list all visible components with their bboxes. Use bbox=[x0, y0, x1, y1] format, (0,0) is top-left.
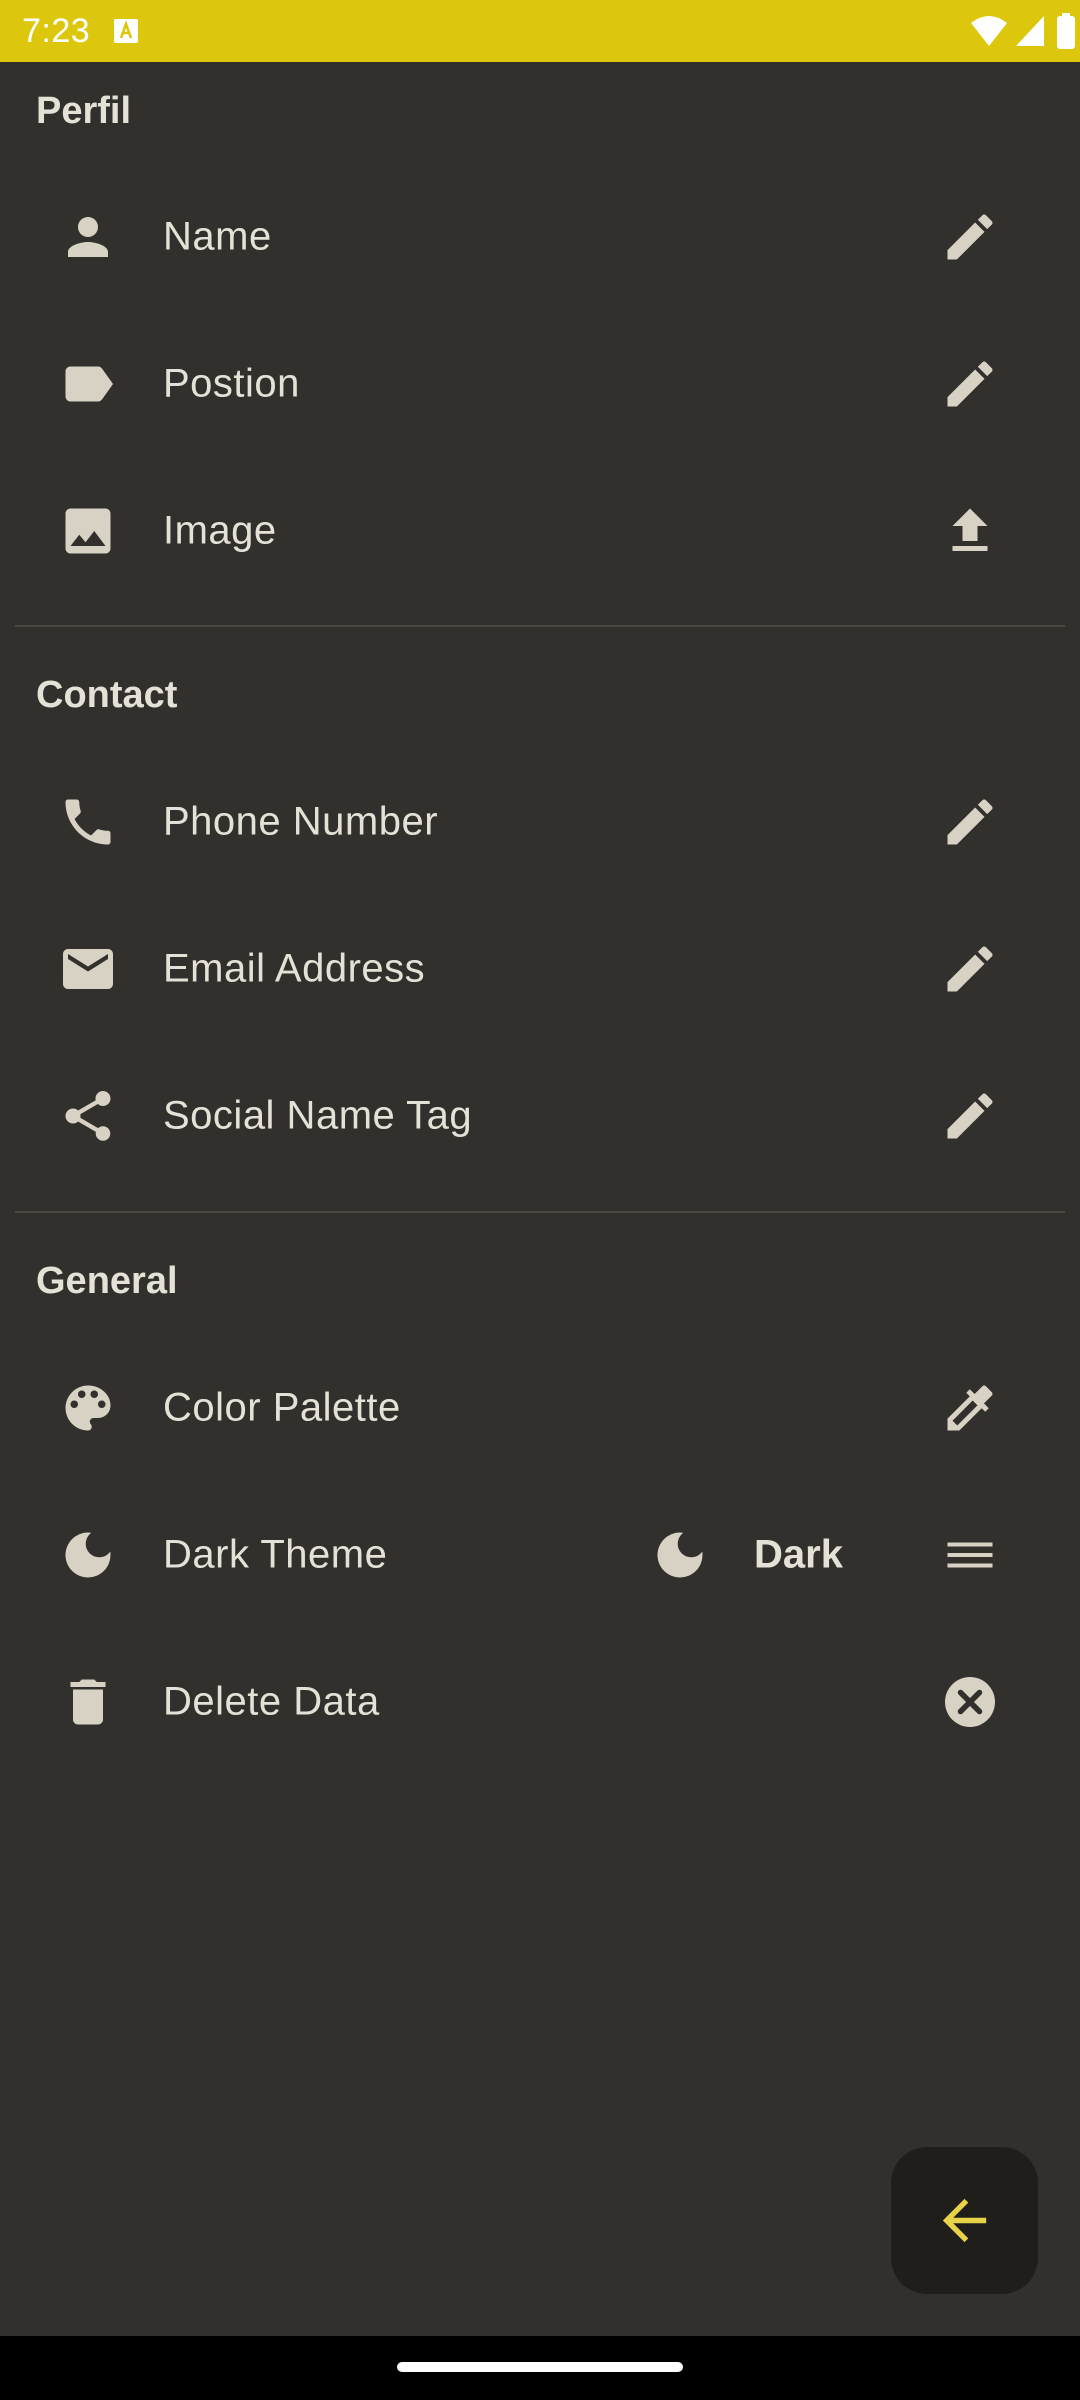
row-label: Name bbox=[163, 214, 272, 258]
email-icon bbox=[58, 939, 118, 999]
section-title-profile: Perfil bbox=[36, 90, 132, 132]
row-label: Delete Data bbox=[163, 1679, 380, 1723]
section-title-general: General bbox=[36, 1260, 178, 1302]
signal-icon bbox=[1014, 14, 1046, 48]
edit-icon[interactable] bbox=[940, 1086, 1000, 1146]
contact-row-phone[interactable]: Phone Number bbox=[0, 748, 1080, 895]
battery-icon bbox=[1056, 13, 1076, 49]
row-label: Phone Number bbox=[163, 799, 439, 843]
eyedropper-icon[interactable] bbox=[940, 1378, 1000, 1438]
phone-icon bbox=[58, 792, 118, 852]
profile-row-name[interactable]: Name bbox=[0, 163, 1080, 310]
profile-row-position[interactable]: Postion bbox=[0, 310, 1080, 457]
share-icon bbox=[58, 1086, 118, 1146]
general-row-delete-data[interactable]: Delete Data bbox=[0, 1628, 1080, 1775]
contact-row-social[interactable]: Social Name Tag bbox=[0, 1042, 1080, 1189]
section-title-contact: Contact bbox=[36, 674, 178, 716]
general-row-color-palette[interactable]: Color Palette bbox=[0, 1334, 1080, 1481]
cancel-icon[interactable] bbox=[940, 1672, 1000, 1732]
theme-value[interactable]: Dark bbox=[754, 1532, 843, 1577]
moon-icon[interactable] bbox=[650, 1525, 710, 1585]
row-label: Postion bbox=[163, 361, 300, 405]
profile-row-image[interactable]: Image bbox=[0, 457, 1080, 604]
contact-row-email[interactable]: Email Address bbox=[0, 895, 1080, 1042]
edit-icon[interactable] bbox=[940, 207, 1000, 267]
upload-icon[interactable] bbox=[940, 501, 1000, 561]
section-divider bbox=[15, 625, 1065, 627]
system-nav-bar bbox=[0, 2336, 1080, 2400]
edit-icon[interactable] bbox=[940, 792, 1000, 852]
row-label: Dark Theme bbox=[163, 1532, 388, 1576]
status-icons bbox=[880, 0, 1080, 62]
trash-icon bbox=[58, 1672, 118, 1732]
back-fab[interactable] bbox=[891, 2147, 1038, 2294]
wifi-icon bbox=[970, 14, 1008, 48]
row-label: Image bbox=[163, 508, 277, 552]
label-icon bbox=[58, 354, 118, 414]
notification-a-icon bbox=[112, 17, 140, 45]
gesture-handle[interactable] bbox=[397, 2362, 683, 2372]
row-label: Email Address bbox=[163, 946, 426, 990]
general-row-dark-theme[interactable]: Dark Theme Dark bbox=[0, 1481, 1080, 1628]
edit-icon[interactable] bbox=[940, 939, 1000, 999]
row-label: Color Palette bbox=[163, 1385, 401, 1429]
person-icon bbox=[58, 207, 118, 267]
section-divider bbox=[15, 1211, 1065, 1213]
image-icon bbox=[58, 501, 118, 561]
menu-icon[interactable] bbox=[940, 1525, 1000, 1585]
row-label: Social Name Tag bbox=[163, 1093, 473, 1137]
palette-icon bbox=[58, 1378, 118, 1438]
moon-icon bbox=[58, 1525, 118, 1585]
status-time: 7:23 bbox=[22, 12, 91, 50]
status-bar: 7:23 bbox=[0, 0, 1080, 62]
edit-icon[interactable] bbox=[940, 354, 1000, 414]
